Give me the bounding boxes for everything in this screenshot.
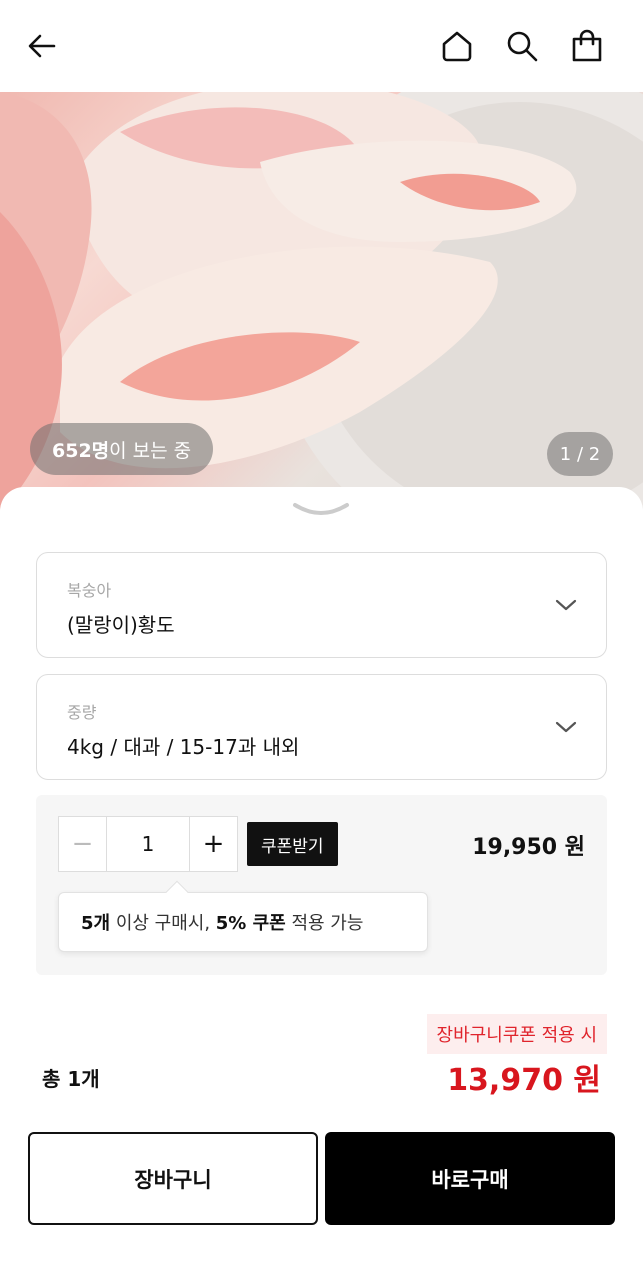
option-bottom-sheet: 복숭아 (말랑이)황도 중량 4kg / 대과 / 15-17과 내외 − 1 …	[0, 487, 643, 1280]
tooltip-text: 이상 구매시,	[110, 913, 216, 934]
image-page-indicator: 1 / 2	[547, 432, 613, 476]
cart-coupon-tag: 장바구니쿠폰 적용 시	[426, 1014, 607, 1054]
back-button[interactable]	[20, 24, 64, 68]
cart-button[interactable]	[565, 24, 609, 68]
viewer-count-badge: 652명 이 보는 중	[30, 423, 214, 475]
option-value: 4kg / 대과 / 15-17과 내외	[67, 735, 300, 759]
item-price: 19,950 원	[472, 835, 585, 860]
add-to-cart-button[interactable]: 장바구니	[28, 1132, 318, 1225]
quantity-stepper: − 1 +	[58, 816, 238, 872]
chevron-down-icon	[555, 721, 577, 733]
option-select-weight[interactable]: 중량 4kg / 대과 / 15-17과 내외	[36, 674, 607, 780]
top-app-bar	[0, 0, 643, 92]
search-icon	[507, 31, 538, 62]
option-label: 복숭아	[67, 581, 112, 600]
coupon-tooltip: 5개 이상 구매시, 5% 쿠폰 적용 가능	[58, 880, 428, 952]
home-button[interactable]	[435, 24, 479, 68]
option-label: 중량	[67, 703, 97, 722]
selected-item-panel: − 1 + 쿠폰받기 19,950 원 5개 이상 구매시, 5% 쿠폰 적용 …	[36, 795, 607, 975]
get-coupon-button[interactable]: 쿠폰받기	[247, 822, 338, 866]
total-count: 총 1개	[42, 1067, 100, 1091]
increase-quantity-button[interactable]: +	[189, 817, 237, 871]
sheet-collapse-handle-icon[interactable]	[291, 499, 351, 521]
shopping-bag-icon	[572, 29, 602, 62]
search-button[interactable]	[500, 24, 544, 68]
tooltip-count: 5개	[81, 913, 111, 934]
tooltip-text-end: 적용 가능	[285, 913, 364, 934]
chevron-down-icon	[555, 599, 577, 611]
home-icon	[442, 31, 472, 62]
tooltip-arrow	[165, 880, 189, 904]
total-price: 13,970 원	[447, 1063, 601, 1098]
buy-now-button[interactable]: 바로구매	[325, 1132, 615, 1225]
decrease-quantity-button[interactable]: −	[59, 817, 107, 871]
product-image[interactable]: 652명 이 보는 중 1 / 2	[0, 92, 643, 512]
option-value: (말랑이)황도	[67, 613, 175, 637]
option-select-peach[interactable]: 복숭아 (말랑이)황도	[36, 552, 607, 658]
quantity-value[interactable]: 1	[107, 817, 189, 871]
arrow-left-icon	[28, 34, 56, 58]
viewer-suffix: 이 보는 중	[109, 439, 192, 462]
tooltip-discount: 5% 쿠폰	[215, 913, 286, 934]
viewer-count: 652명	[52, 439, 110, 462]
